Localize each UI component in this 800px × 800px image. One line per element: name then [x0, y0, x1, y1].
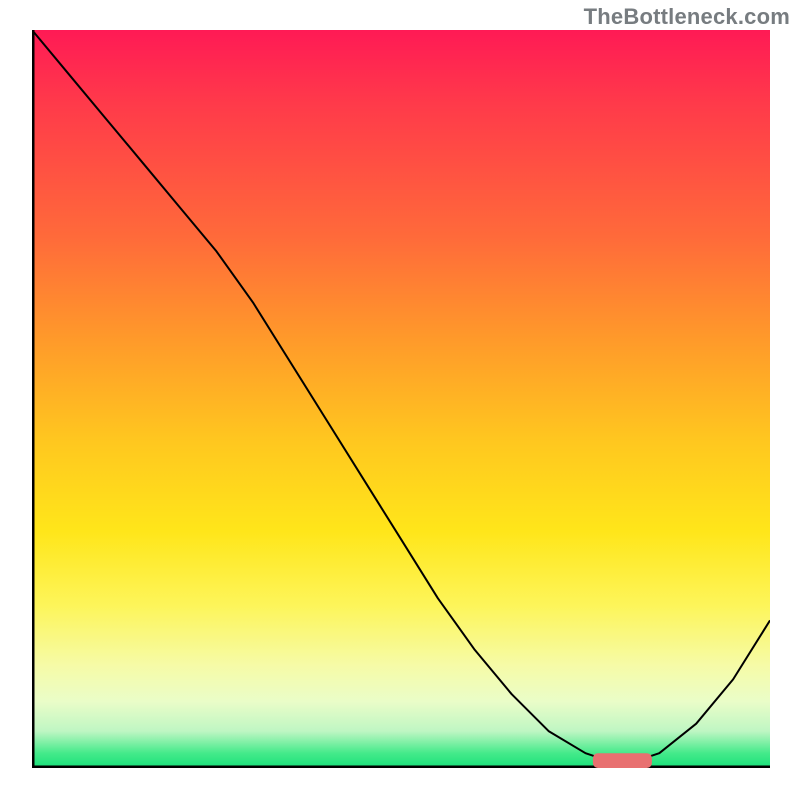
optimal-marker [593, 753, 652, 768]
plot-area [32, 30, 770, 768]
plot-overlay [32, 30, 770, 768]
watermark-text: TheBottleneck.com [584, 4, 790, 30]
bottleneck-curve [32, 30, 770, 761]
chart-stage: TheBottleneck.com [0, 0, 800, 800]
axes [32, 30, 770, 768]
